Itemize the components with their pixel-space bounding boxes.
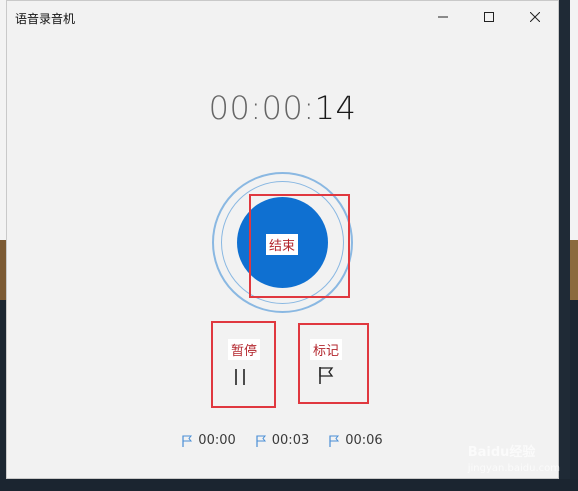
maximize-button[interactable] [466,1,512,33]
watermark-sub: jingyan.baidu.com [467,463,560,474]
elapsed-time-seconds: 14 [314,89,357,127]
close-icon [530,12,540,22]
title-bar[interactable]: 语音录音机 [7,1,558,33]
elapsed-time: 00:00:14 [7,89,558,127]
marker-time: 00:06 [345,433,383,448]
desktop-background-bottom [0,479,578,491]
watermark-text: Baidu经验 [467,445,536,460]
minimize-button[interactable] [420,1,466,33]
highlight-pause-box[interactable] [211,321,276,408]
minimize-icon [438,16,448,18]
marker-item[interactable]: 00:00 [182,433,236,448]
pause-icon[interactable] [233,367,247,387]
highlight-stop-box [249,194,350,298]
window-title: 语音录音机 [15,12,76,26]
stop-label: 结束 [266,234,299,255]
maximize-icon [484,12,494,22]
desktop-background-right [570,0,578,491]
elapsed-time-dim: 00:00: [208,89,315,127]
mark-label: 标记 [310,339,343,360]
marker-item[interactable]: 00:03 [256,433,309,448]
marker-time: 00:00 [198,433,236,448]
pause-label: 暂停 [228,339,261,360]
marker-flag-icon [329,435,340,447]
close-button[interactable] [512,1,558,33]
marker-time: 00:03 [271,433,310,448]
marker-item[interactable]: 00:06 [329,433,383,448]
watermark: Baidu经验 jingyan.baidu.com [468,441,560,475]
flag-icon[interactable] [317,365,335,385]
marker-flag-icon [256,435,266,447]
highlight-mark-box[interactable] [298,323,369,404]
marker-flag-icon [182,435,193,447]
